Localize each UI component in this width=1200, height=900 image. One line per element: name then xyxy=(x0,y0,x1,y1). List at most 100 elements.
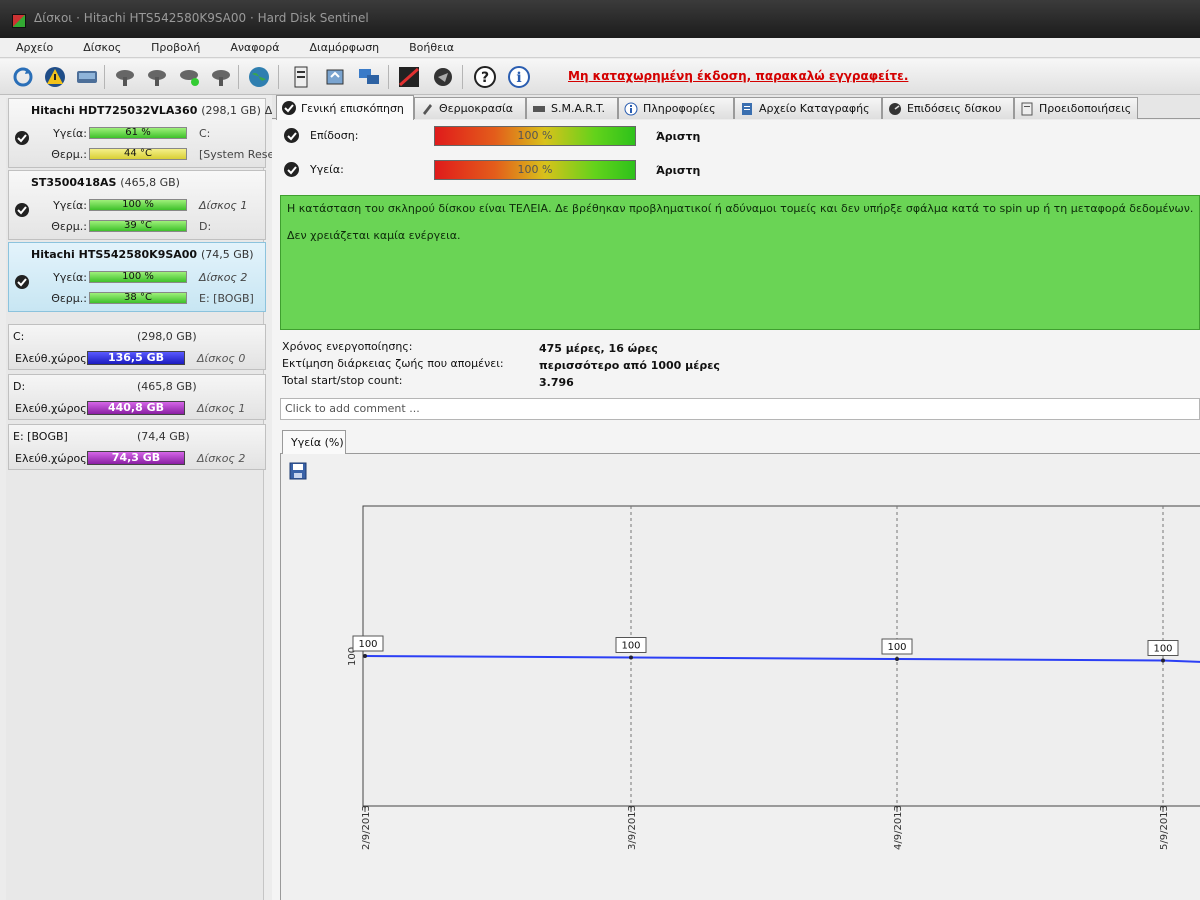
volume-size: (74,4 GB) xyxy=(137,430,190,443)
app-icon xyxy=(12,14,26,28)
menu-disk[interactable]: Δίσκος xyxy=(67,38,135,57)
health-label: Υγεία: xyxy=(53,199,87,212)
application-window: Δίσκοι · Hitachi HTS542580K9SA00 · Hard … xyxy=(0,0,1200,900)
data-point xyxy=(363,654,367,658)
tab-disk-performance[interactable]: Επιδόσεις δίσκου xyxy=(882,97,1014,119)
help-icon: ? xyxy=(474,66,496,88)
tab-alerts[interactable]: Προειδοποιήσεις xyxy=(1014,97,1138,119)
disk-entry-2[interactable]: Hitachi HTS542580K9SA00 (74,5 GB) Υγεία:… xyxy=(8,242,266,312)
warning-button[interactable] xyxy=(42,64,68,90)
disk-tool-icon xyxy=(116,70,134,86)
tab-label: Γενική επισκόπηση xyxy=(301,101,404,115)
free-space-bar: 440,8 GB xyxy=(87,401,185,415)
disk-tool-button-2[interactable] xyxy=(144,64,170,90)
data-label: 100 xyxy=(1153,644,1172,655)
menu-file[interactable]: Αρχείο xyxy=(0,38,67,57)
document-button[interactable] xyxy=(288,64,314,90)
computers-icon xyxy=(359,69,379,84)
disk-number: Δίσκος 2 xyxy=(199,271,248,284)
refresh-button[interactable] xyxy=(10,64,36,90)
main-tabs: Γενική επισκόπηση Θερμοκρασία S.M.A.R.T.… xyxy=(272,95,1200,120)
tab-label: Επιδόσεις δίσκου xyxy=(907,102,1002,115)
free-space-label: Ελεύθ.χώρος xyxy=(15,352,87,365)
disk-entry-0[interactable]: Hitachi HDT725032VLA360 (298,1 GB) Δίσκ … xyxy=(8,98,289,168)
power-on-time-value: 475 μέρες, 16 ώρες xyxy=(539,342,658,355)
disk-icon xyxy=(77,71,97,83)
info-button[interactable]: i xyxy=(506,64,532,90)
health-label: Υγεία: xyxy=(53,271,87,284)
menu-view[interactable]: Προβολή xyxy=(135,38,214,57)
disk-entry-1[interactable]: ST3500418AS (465,8 GB) Υγεία: 100 % Δίσκ… xyxy=(8,170,266,240)
free-space-bar: 136,5 GB xyxy=(87,351,185,365)
chart-icon xyxy=(399,67,419,87)
disk-tool-button-3[interactable] xyxy=(176,64,202,90)
window-title: Δίσκοι · Hitachi HTS542580K9SA00 · Hard … xyxy=(34,11,369,25)
check-icon xyxy=(284,162,299,177)
sync-button[interactable] xyxy=(322,64,348,90)
volume-entry-1[interactable]: D: (465,8 GB) Ελεύθ.χώρος 440,8 GB Δίσκο… xyxy=(8,374,266,420)
tab-smart[interactable]: S.M.A.R.T. xyxy=(526,97,618,119)
toolbar: ? i Μη καταχωρημένη έκδοση, παρακαλώ εγγ… xyxy=(0,59,1200,95)
health-rating: Άριστη xyxy=(656,164,701,177)
tab-information[interactable]: Πληροφορίες xyxy=(618,97,734,119)
temperature-bar: 39 °C xyxy=(89,220,187,232)
volume-entry-2[interactable]: E: [BOGB] (74,4 GB) Ελεύθ.χώρος 74,3 GB … xyxy=(8,424,266,470)
chart-tabs: Υγεία (%) xyxy=(280,428,1200,455)
menu-configuration[interactable]: Διαμόρφωση xyxy=(294,38,394,57)
health-label: Υγεία: xyxy=(53,127,87,140)
tab-temperature[interactable]: Θερμοκρασία xyxy=(414,97,526,119)
thermometer-icon xyxy=(423,103,432,115)
estimated-lifetime-value: περισσότερο από 1000 μέρες xyxy=(539,359,720,372)
tab-overview[interactable]: Γενική επισκόπηση xyxy=(276,95,414,120)
performance-label: Επίδοση: xyxy=(310,129,359,142)
disk-name: Hitachi HTS542580K9SA00 (74,5 GB) xyxy=(31,248,254,261)
help-button[interactable]: ? xyxy=(472,64,498,90)
alert-icon xyxy=(1021,102,1033,115)
performance-rating: Άριστη xyxy=(656,130,701,143)
chart-button[interactable] xyxy=(396,64,422,90)
check-icon xyxy=(282,101,296,115)
health-bar: 61 % xyxy=(89,127,187,139)
volume-disk: Δίσκος 1 xyxy=(197,402,246,415)
comment-input[interactable]: Click to add comment ... xyxy=(280,398,1200,420)
health-chart-panel: 2/9/2013 3/9/2013 4/9/2013 5/9/2013 100 100 10… xyxy=(280,454,1200,900)
health-bar: 100 % xyxy=(89,271,187,283)
volume-entry-0[interactable]: C: (298,0 GB) Ελεύθ.χώρος 136,5 GB Δίσκο… xyxy=(8,324,266,370)
svg-text:i: i xyxy=(516,70,521,86)
tab-label: Αρχείο Καταγραφής xyxy=(759,102,870,115)
health-bar: 100 % xyxy=(434,160,636,180)
temperature-bar: 38 °C xyxy=(89,292,187,304)
free-space-label: Ελεύθ.χώρος xyxy=(15,402,87,415)
data-point xyxy=(895,657,899,661)
health-chart: 2/9/2013 3/9/2013 4/9/2013 5/9/2013 100 100 10… xyxy=(347,505,1200,850)
mail-icon xyxy=(434,68,452,86)
status-text: Η κατάσταση του σκληρού δίσκου είναι ΤΕΛ… xyxy=(287,202,1194,215)
svg-text:?: ? xyxy=(481,70,489,86)
tab-log[interactable]: Αρχείο Καταγραφής xyxy=(734,97,882,119)
temperature-label: Θερμ.: xyxy=(51,148,87,161)
menu-help[interactable]: Βοήθεια xyxy=(393,38,468,57)
tab-label: Θερμοκρασία xyxy=(439,102,513,115)
data-label: 100 xyxy=(887,642,906,653)
x-tick-label: 5/9/2013 xyxy=(1159,805,1170,850)
volume-name: E: [BOGB] xyxy=(13,430,68,443)
computers-button[interactable] xyxy=(356,64,382,90)
refresh-icon xyxy=(13,67,33,87)
temperature-label: Θερμ.: xyxy=(51,292,87,305)
menu-report[interactable]: Αναφορά xyxy=(214,38,293,57)
volume-name: D: xyxy=(13,380,26,393)
data-label: 100 xyxy=(358,639,377,650)
tab-health-chart[interactable]: Υγεία (%) xyxy=(282,430,346,455)
disk-tool-button-1[interactable] xyxy=(112,64,138,90)
unregistered-banner[interactable]: Μη καταχωρημένη έκδοση, παρακαλώ εγγραφε… xyxy=(568,69,908,83)
free-space-bar: 74,3 GB xyxy=(87,451,185,465)
data-point xyxy=(1161,658,1165,663)
disk-button[interactable] xyxy=(74,64,100,90)
internet-button[interactable] xyxy=(246,64,272,90)
disk-number: Δίσκος 1 xyxy=(199,199,248,212)
action-text: Δεν χρειάζεται καμία ενέργεια. xyxy=(287,229,461,242)
disk-name: ST3500418AS (465,8 GB) xyxy=(31,176,180,189)
mail-button[interactable] xyxy=(430,64,456,90)
disk-tool-button-4[interactable] xyxy=(208,64,234,90)
globe-icon xyxy=(249,67,269,87)
